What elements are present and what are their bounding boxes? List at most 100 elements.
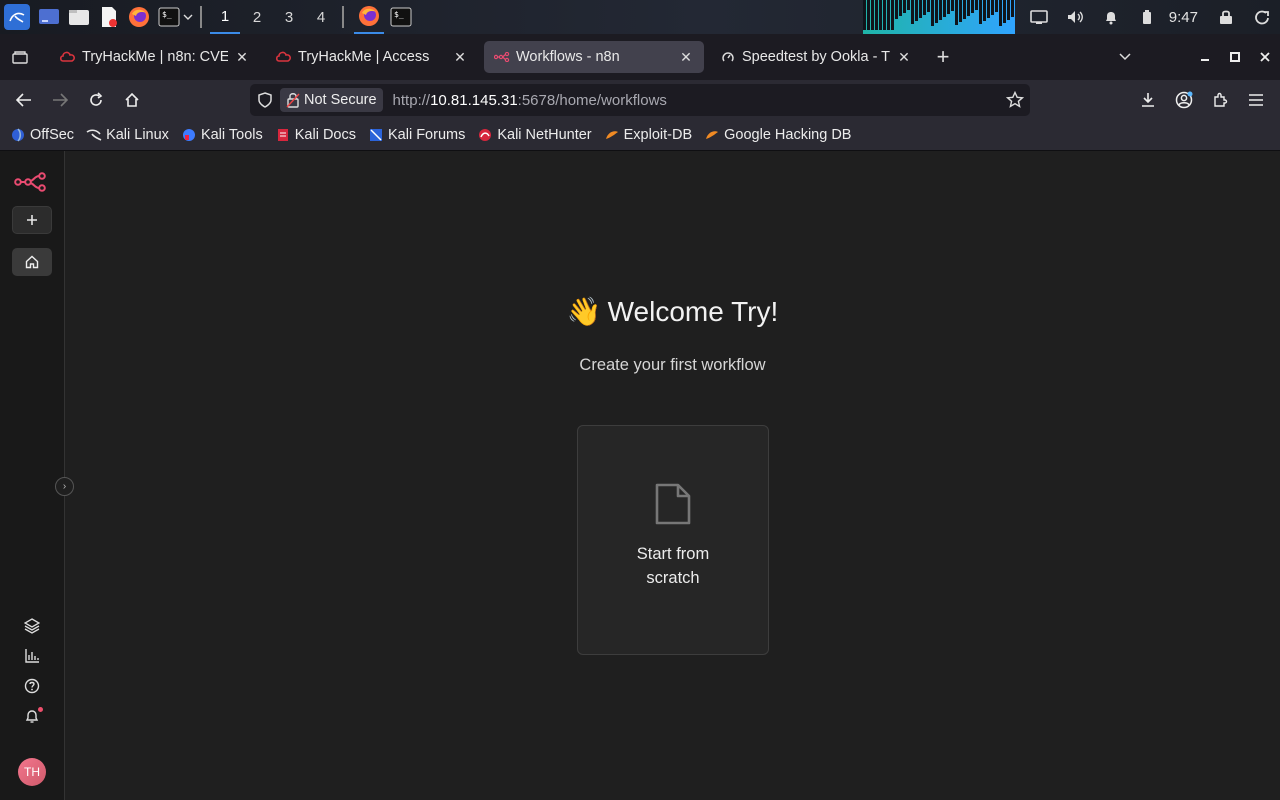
close-window-icon[interactable] [1250,42,1280,72]
desktop-icon[interactable] [38,6,60,28]
close-tab-icon[interactable]: ✕ [896,49,912,65]
bookmark-label: Kali Linux [106,127,169,143]
network-icon[interactable] [1021,0,1057,34]
maximize-icon[interactable] [1220,42,1250,72]
bookmark-kali-docs[interactable]: Kali Docs [275,127,356,143]
user-avatar[interactable]: TH [18,758,46,786]
power-icon[interactable] [1244,0,1280,34]
visualizer-bar [930,0,934,26]
minimize-icon[interactable] [1190,42,1220,72]
visualizer-bar [866,0,870,30]
kali-menu-icon[interactable] [4,4,30,30]
chevron-down-icon[interactable] [182,6,194,28]
visualizer-bar [970,0,974,13]
bookmark-offsec[interactable]: OffSec [10,127,74,143]
bookmark-label: Kali Tools [200,127,263,143]
tab-title: Speedtest by Ookla - The [742,49,890,65]
url-text[interactable]: http://10.81.145.31:5678/home/workflows [393,92,667,109]
close-tab-icon[interactable]: ✕ [452,49,468,65]
tab-speedtest[interactable]: Speedtest by Ookla - The ✕ [710,41,922,73]
n8n-main-content: 👋 Welcome Try! Create your first workflow… [65,151,1280,800]
volume-icon[interactable] [1057,0,1093,34]
terminal-icon[interactable]: $_ [158,6,180,28]
visualizer-bar [870,0,874,30]
account-icon[interactable] [1166,84,1202,116]
tracking-protection-shield-icon[interactable] [258,92,274,108]
overview-home-button[interactable] [12,248,52,276]
start-from-scratch-label: Start from scratch [636,545,710,587]
tab-workflows-n8n[interactable]: Workflows - n8n ✕ [484,41,704,73]
tab-tryhackme-access[interactable]: TryHackMe | Access ✕ [266,41,478,73]
close-tab-icon[interactable]: ✕ [234,49,250,65]
downloads-icon[interactable] [1130,84,1166,116]
visualizer-bar [998,0,1002,26]
reload-icon[interactable] [78,84,114,116]
bookmark-kali-forums[interactable]: Kali Forums [368,127,465,143]
svg-text:$_: $_ [394,10,404,19]
list-all-tabs-icon[interactable] [1110,42,1140,72]
bookmark-kali-nethunter[interactable]: Kali NetHunter [477,127,592,143]
visualizer-bar [898,0,902,16]
bell-icon[interactable] [1093,0,1129,34]
ghdb-icon [704,127,720,143]
text-editor-icon[interactable] [98,6,120,28]
new-tab-button[interactable]: + [928,42,958,72]
help-icon[interactable] [20,674,44,698]
extensions-icon[interactable] [1202,84,1238,116]
welcome-heading: 👋 Welcome Try! [65,295,1280,328]
tryhackme-icon [276,49,292,65]
battery-icon[interactable] [1129,0,1165,34]
nethunter-icon [477,127,493,143]
bookmark-label: OffSec [30,127,75,143]
url-bar[interactable]: Not Secure http://10.81.145.31:5678/home… [250,84,1030,116]
hamburger-menu-icon[interactable] [1238,84,1274,116]
visualizer-bar [938,0,942,20]
n8n-app: › TH 👋 Welcome Try! Create your first wor… [0,151,1280,800]
tab-tryhackme-n8n-cve[interactable]: TryHackMe | n8n: CVE-20 ✕ [50,41,260,73]
bookmark-kali-tools[interactable]: Kali Tools [181,127,263,143]
visualizer-bar [1010,0,1014,17]
workspace-3[interactable]: 3 [274,0,304,34]
welcome-subtitle: Create your first workflow [579,356,766,374]
workspace-4[interactable]: 4 [306,0,336,34]
visualizer-bar [894,0,898,19]
workspace-1[interactable]: 1 [210,0,240,34]
bookmark-kali-linux[interactable]: Kali Linux [86,127,169,143]
workspace-2[interactable]: 2 [242,0,272,34]
visualizer-bar [918,0,922,18]
visualizer-bar [902,0,906,13]
terminal-window-icon[interactable]: $_ [390,6,412,28]
visualizer-bar [906,0,910,10]
create-button[interactable] [12,206,52,234]
kali-forums-icon [368,127,384,143]
forward-arrow-icon[interactable] [42,84,78,116]
firefox-window-icon[interactable] [354,0,384,34]
lock-icon[interactable] [1208,0,1244,34]
close-tab-icon[interactable]: ✕ [678,49,694,65]
clock[interactable]: 9:47 [1165,9,1208,26]
bookmark-exploit-db[interactable]: Exploit-DB [604,127,692,143]
visualizer-bar [942,0,946,17]
browser-navbar: Not Secure http://10.81.145.31:5678/home… [0,80,1280,120]
n8n-logo-icon[interactable] [14,171,48,193]
home-icon[interactable] [114,84,150,116]
firefox-icon[interactable] [128,6,150,28]
start-from-scratch-card[interactable]: Start from scratch [577,425,769,655]
visualizer-bar [990,0,994,15]
visualizer-bar [954,0,958,25]
bookmark-google-hacking-db[interactable]: Google Hacking DB [704,127,851,143]
visualizer-bar [934,0,938,23]
browser-tab-strip: TryHackMe | n8n: CVE-20 ✕ TryHackMe | Ac… [0,34,1280,80]
bookmark-star-icon[interactable] [1005,90,1025,109]
not-secure-indicator[interactable]: Not Secure [280,88,383,112]
file-manager-icon[interactable] [68,6,90,28]
templates-icon[interactable] [20,614,44,638]
visualizer-bar [882,0,886,30]
firefox-view-icon[interactable] [0,34,40,80]
visualizer-bar [914,0,918,21]
insights-chart-icon[interactable] [20,644,44,668]
back-arrow-icon[interactable] [6,84,42,116]
n8n-icon [494,49,510,65]
bookmark-label: Kali Forums [387,127,466,143]
visualizer-bar [922,0,926,15]
